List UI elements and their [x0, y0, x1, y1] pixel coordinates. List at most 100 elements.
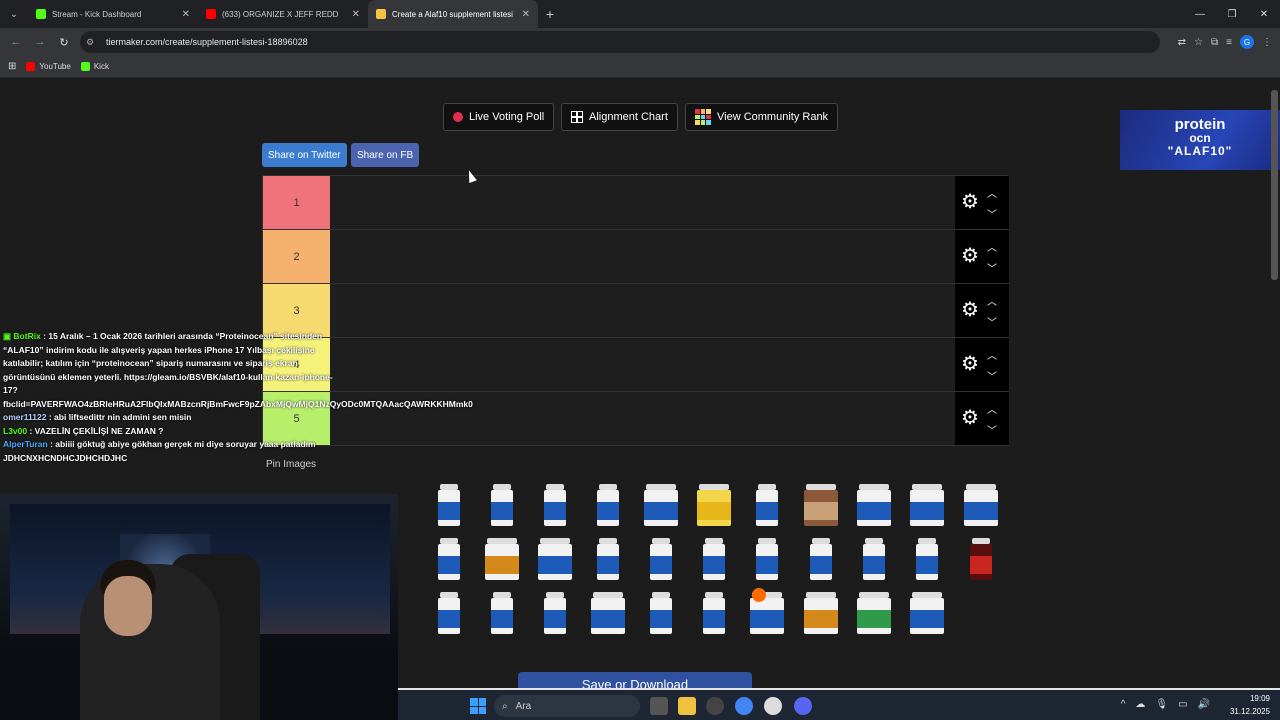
supplement-image[interactable]: [695, 538, 733, 582]
bookmark-youtube[interactable]: YouTube: [26, 62, 71, 71]
chevron-up-icon[interactable]: ︿: [987, 185, 997, 200]
supplement-image[interactable]: [642, 484, 680, 528]
live-voting-poll-button[interactable]: Live Voting Poll: [443, 103, 555, 131]
supplement-image[interactable]: [483, 538, 521, 582]
supplement-image[interactable]: [802, 484, 840, 528]
taskbar-search[interactable]: ⌕ Ara: [494, 695, 640, 717]
save-or-download-button[interactable]: Save or Download: [518, 672, 752, 688]
forward-icon[interactable]: →: [28, 36, 52, 48]
supplement-image[interactable]: [962, 484, 1000, 528]
gear-icon[interactable]: ⚙: [961, 246, 981, 266]
supplement-image[interactable]: [855, 592, 893, 636]
chevron-down-icon[interactable]: ﹀: [987, 314, 997, 329]
supplement-image[interactable]: [748, 538, 786, 582]
gear-icon[interactable]: ⚙: [961, 408, 981, 428]
supplement-image[interactable]: [802, 538, 840, 582]
task-view-icon[interactable]: [650, 697, 668, 715]
gear-icon[interactable]: ⚙: [961, 354, 981, 374]
bookmark-kick[interactable]: Kick: [80, 62, 109, 71]
tier-row[interactable]: 2 ⚙ ︿ ﹀: [263, 230, 1009, 284]
gear-icon[interactable]: ⚙: [961, 300, 981, 320]
close-icon[interactable]: ✕: [352, 9, 360, 20]
network-icon[interactable]: ▭: [1178, 699, 1187, 710]
windows-start-icon[interactable]: [470, 698, 486, 714]
view-community-rank-button[interactable]: View Community Rank: [685, 103, 839, 131]
close-icon[interactable]: ✕: [182, 9, 190, 20]
tier-label[interactable]: 1: [263, 176, 330, 229]
tier-row[interactable]: 1 ⚙ ︿ ﹀: [263, 176, 1009, 230]
address-bar[interactable]: ⚙ tiermaker.com/create/supplement-listes…: [80, 31, 1160, 53]
reload-icon[interactable]: ↻: [52, 36, 76, 49]
supplement-image[interactable]: [802, 592, 840, 636]
tab-tiermaker[interactable]: Create a Alaf10 supplement listesi ✕: [368, 0, 538, 28]
supplement-image[interactable]: [908, 592, 946, 636]
app-icon[interactable]: [706, 697, 724, 715]
supplement-image[interactable]: [695, 592, 733, 636]
microphone-icon[interactable]: 🎙: [1155, 699, 1168, 710]
supplement-image[interactable]: [536, 484, 574, 528]
tab-youtube[interactable]: (633) ORGANIZE X JEFF REDD ✕: [198, 0, 368, 28]
supplement-image[interactable]: [430, 538, 468, 582]
file-explorer-icon[interactable]: [678, 697, 696, 715]
tab-search-chevron-icon[interactable]: ⌄: [0, 0, 28, 28]
supplement-image[interactable]: [748, 484, 786, 528]
supplement-image[interactable]: [855, 538, 893, 582]
chevron-up-icon[interactable]: ︿: [987, 401, 997, 416]
translate-icon[interactable]: ⇄: [1178, 37, 1186, 48]
media-icon[interactable]: ≡: [1226, 37, 1232, 48]
share-twitter-button[interactable]: Share on Twitter: [262, 143, 347, 167]
close-icon[interactable]: ✕: [522, 9, 530, 20]
supplement-image[interactable]: [908, 538, 946, 582]
gear-icon[interactable]: ⚙: [961, 192, 981, 212]
supplement-image[interactable]: [430, 592, 468, 636]
supplement-image[interactable]: [536, 538, 574, 582]
tier-label[interactable]: 2: [263, 230, 330, 283]
chevron-up-icon[interactable]: ︿: [987, 347, 997, 362]
supplement-image[interactable]: [642, 592, 680, 636]
supplement-image[interactable]: [855, 484, 893, 528]
alignment-chart-button[interactable]: Alignment Chart: [561, 103, 678, 131]
supplement-image[interactable]: [589, 592, 627, 636]
window-controls: — ❐ ✕: [1184, 0, 1280, 28]
chevron-up-icon[interactable]: ^: [1121, 699, 1126, 710]
supplement-image[interactable]: [430, 484, 468, 528]
volume-icon[interactable]: 🔊: [1198, 699, 1210, 710]
protein-ocean-ad[interactable]: protein ocn "ALAF10": [1120, 110, 1280, 170]
chevron-up-icon[interactable]: ︿: [987, 293, 997, 308]
onedrive-icon[interactable]: ☁: [1135, 699, 1145, 710]
apps-grid-icon[interactable]: ⊞: [8, 61, 16, 72]
extensions-icon[interactable]: ⧉: [1211, 37, 1218, 48]
supplement-image[interactable]: [642, 538, 680, 582]
share-fb-button[interactable]: Share on FB: [351, 143, 420, 167]
chevron-up-icon[interactable]: ︿: [987, 239, 997, 254]
restore-icon[interactable]: ❐: [1216, 0, 1248, 28]
tier-row[interactable]: 3 ⚙ ︿ ﹀: [263, 284, 1009, 338]
bookmark-star-icon[interactable]: ☆: [1194, 37, 1203, 48]
supplement-image[interactable]: [695, 484, 733, 528]
close-window-icon[interactable]: ✕: [1248, 0, 1280, 28]
menu-icon[interactable]: ⋮: [1262, 37, 1272, 48]
supplement-image[interactable]: [483, 592, 521, 636]
supplement-image[interactable]: [589, 484, 627, 528]
chevron-down-icon[interactable]: ﹀: [987, 422, 997, 437]
tier-row[interactable]: 4 ⚙ ︿ ﹀: [263, 338, 1009, 392]
supplement-image[interactable]: [536, 592, 574, 636]
supplement-image[interactable]: [483, 484, 521, 528]
clock[interactable]: 19:09 31.12.2025: [1230, 692, 1270, 718]
site-info-icon[interactable]: ⚙: [86, 37, 100, 48]
new-tab-button[interactable]: +: [538, 6, 562, 22]
back-icon[interactable]: ←: [4, 36, 28, 48]
chatgpt-icon[interactable]: [764, 697, 782, 715]
chevron-down-icon[interactable]: ﹀: [987, 260, 997, 275]
supplement-image[interactable]: [908, 484, 946, 528]
minimize-icon[interactable]: —: [1184, 0, 1216, 28]
chrome-icon[interactable]: [735, 697, 753, 715]
chevron-down-icon[interactable]: ﹀: [987, 368, 997, 383]
chevron-down-icon[interactable]: ﹀: [987, 206, 997, 221]
tab-kick-dashboard[interactable]: Stream - Kick Dashboard ✕: [28, 0, 198, 28]
supplement-image[interactable]: [589, 538, 627, 582]
supplement-image[interactable]: [962, 538, 1000, 582]
page-scrollbar[interactable]: [1271, 90, 1278, 280]
discord-icon[interactable]: [794, 697, 812, 715]
profile-avatar[interactable]: G: [1240, 35, 1254, 49]
